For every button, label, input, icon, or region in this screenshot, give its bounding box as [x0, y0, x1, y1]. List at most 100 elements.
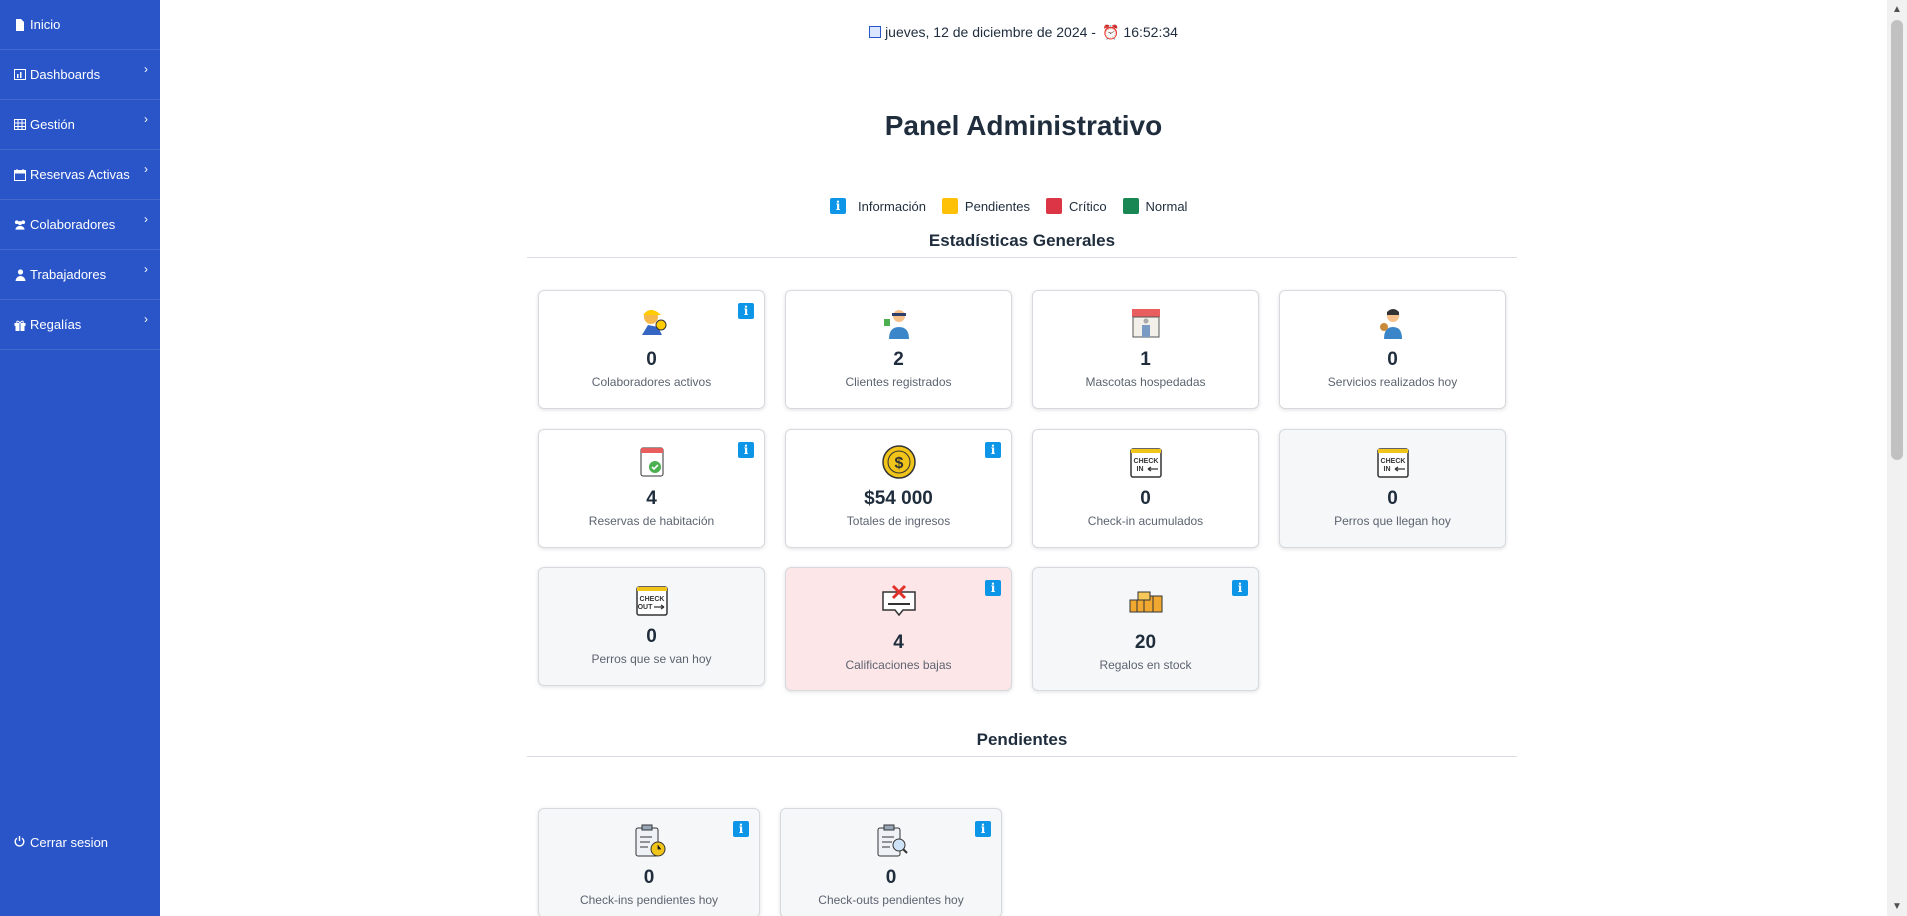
sidebar-item-label: Dashboards [30, 67, 101, 82]
sidebar-item-inicio[interactable]: Inicio [0, 0, 160, 50]
stat-value: 1 [1140, 349, 1151, 370]
alarm-clock-icon: ⏰ [1101, 24, 1120, 40]
stat-card-llegan-hoy[interactable]: CHECK IN 0 Perros que llegan hoy [1279, 429, 1506, 548]
gift-icon [14, 319, 26, 331]
logout-button[interactable]: Cerrar sesion [0, 830, 160, 854]
stat-label: Clientes registrados [845, 375, 952, 389]
legend-pending: Pendientes [941, 198, 1030, 214]
scroll-thumb[interactable] [1891, 20, 1903, 460]
sidebar-item-label: Trabajadores [30, 267, 107, 282]
pending-card-checkouts[interactable]: i 0 Check-outs pendientes hoy [780, 808, 1002, 916]
stat-label: Calificaciones bajas [845, 658, 952, 672]
legend-critical-label: Crítico [1068, 198, 1107, 214]
sidebar-item-regalias[interactable]: Regalías › [0, 300, 160, 350]
pending-label: Check-ins pendientes hoy [579, 893, 719, 907]
sidebar-item-label: Regalías [30, 317, 82, 332]
main-content: jueves, 12 de diciembre de 2024 - ⏰ 16:52:… [160, 0, 1887, 916]
sidebar: Inicio Dashboards › Gestión › Reservas A… [0, 0, 160, 916]
legend-pending-swatch [941, 198, 958, 214]
svg-text:OUT: OUT [637, 604, 653, 611]
svg-text:IN: IN [1383, 466, 1390, 473]
sidebar-item-reservas[interactable]: Reservas Activas › [0, 150, 160, 200]
scroll-down-icon[interactable]: ▼ [1887, 901, 1907, 912]
stat-card-checkin-acumulados[interactable]: CHECK IN 0 Check-in acumulados [1032, 429, 1259, 548]
groomer-icon [1379, 309, 1402, 339]
svg-text:IN: IN [1136, 466, 1143, 473]
chevron-right-icon: › [144, 312, 148, 326]
sidebar-item-label: Gestión [30, 117, 75, 132]
stat-card-regalos[interactable]: i 20 Regalos en stock [1032, 567, 1259, 691]
pending-value: 0 [885, 867, 897, 888]
info-icon[interactable]: i [738, 442, 754, 458]
stat-label: Perros que se van hoy [591, 652, 712, 666]
stat-value: 4 [646, 488, 657, 509]
sidebar-item-label: Colaboradores [30, 217, 116, 232]
chevron-right-icon: › [144, 112, 148, 126]
stat-card-se-van-hoy[interactable]: CHECK OUT 0 Perros que se van hoy [538, 567, 765, 686]
stat-value: $54 000 [864, 488, 933, 509]
checkout-calendar-icon: CHECKOUT [635, 586, 668, 616]
sidebar-item-label: Inicio [30, 17, 61, 32]
logout-label: Cerrar sesion [30, 834, 109, 850]
chevron-right-icon: › [144, 162, 148, 176]
stat-value: 0 [646, 626, 657, 647]
chart-icon [14, 69, 26, 81]
clipboard-clock-icon [635, 824, 666, 857]
section-title-general: Estadísticas Generales [527, 231, 1517, 258]
users-icon [14, 219, 26, 231]
stat-label: Colaboradores activos [591, 375, 712, 389]
chevron-right-icon: › [144, 262, 148, 276]
stat-card-servicios[interactable]: 0 Servicios realizados hoy [1279, 290, 1506, 409]
stat-label: Reservas de habitación [588, 514, 715, 528]
checkin-calendar-icon: CHECKIN [1376, 448, 1409, 478]
stat-card-ingresos[interactable]: $ i $54 000 Totales de ingresos [785, 429, 1012, 548]
stat-value: 2 [893, 349, 904, 370]
svg-text:CHECK: CHECK [639, 596, 664, 603]
sidebar-item-gestion[interactable]: Gestión › [0, 100, 160, 150]
stat-card-mascotas[interactable]: 1 Mascotas hospedadas [1032, 290, 1259, 409]
pending-label: Check-outs pendientes hoy [818, 893, 964, 907]
sidebar-item-trabajadores[interactable]: Trabajadores › [0, 250, 160, 300]
legend-normal: Normal [1122, 198, 1187, 214]
sidebar-item-label: Reservas Activas [30, 167, 130, 182]
chevron-right-icon: › [144, 62, 148, 76]
scrollbar[interactable]: ▲ ▼ [1887, 0, 1907, 916]
stat-value: 0 [646, 349, 657, 370]
stat-label: Servicios realizados hoy [1327, 375, 1458, 389]
stat-label: Mascotas hospedadas [1085, 375, 1206, 389]
info-icon[interactable]: i [733, 821, 749, 837]
page-title: Panel Administrativo [884, 110, 1163, 141]
stat-card-calificaciones-bajas[interactable]: i 4 Calificaciones bajas [785, 567, 1012, 691]
worker-icon [641, 310, 666, 335]
info-icon[interactable]: i [975, 821, 991, 837]
stat-card-colaboradores[interactable]: i 0 Colaboradores activos [538, 290, 765, 409]
info-icon[interactable]: i [985, 442, 1001, 458]
clipboard-search-icon [877, 824, 908, 857]
legend-pending-label: Pendientes [964, 198, 1030, 214]
coin-icon: $ [881, 445, 916, 479]
stat-value: 0 [1387, 349, 1398, 370]
stat-value: 20 [1134, 632, 1157, 653]
stat-card-reservas[interactable]: i 4 Reservas de habitación [538, 429, 765, 548]
pending-value: 0 [643, 867, 655, 888]
info-icon[interactable]: i [1232, 580, 1248, 596]
sidebar-item-colaboradores[interactable]: Colaboradores › [0, 200, 160, 250]
stat-value: 0 [1387, 488, 1398, 509]
calendar-icon [14, 168, 26, 181]
info-icon[interactable]: i [738, 303, 754, 319]
stat-card-clientes[interactable]: 2 Clientes registrados [785, 290, 1012, 409]
bad-rating-icon [881, 584, 916, 617]
power-icon [14, 835, 25, 850]
legend-normal-swatch [1122, 198, 1139, 214]
scroll-up-icon[interactable]: ▲ [1887, 4, 1907, 15]
stat-value: 0 [1140, 488, 1151, 509]
time-text: 16:52:34 [1123, 24, 1178, 40]
pending-card-checkins[interactable]: i 0 Check-ins pendientes hoy [538, 808, 760, 916]
stat-value: 4 [893, 632, 904, 653]
legend-info-label: Información [858, 198, 926, 214]
section-title-pending: Pendientes [527, 730, 1517, 757]
info-icon[interactable]: i [985, 580, 1001, 596]
file-icon [14, 18, 26, 31]
legend-critical: Crítico [1045, 198, 1107, 214]
sidebar-item-dashboards[interactable]: Dashboards › [0, 50, 160, 100]
